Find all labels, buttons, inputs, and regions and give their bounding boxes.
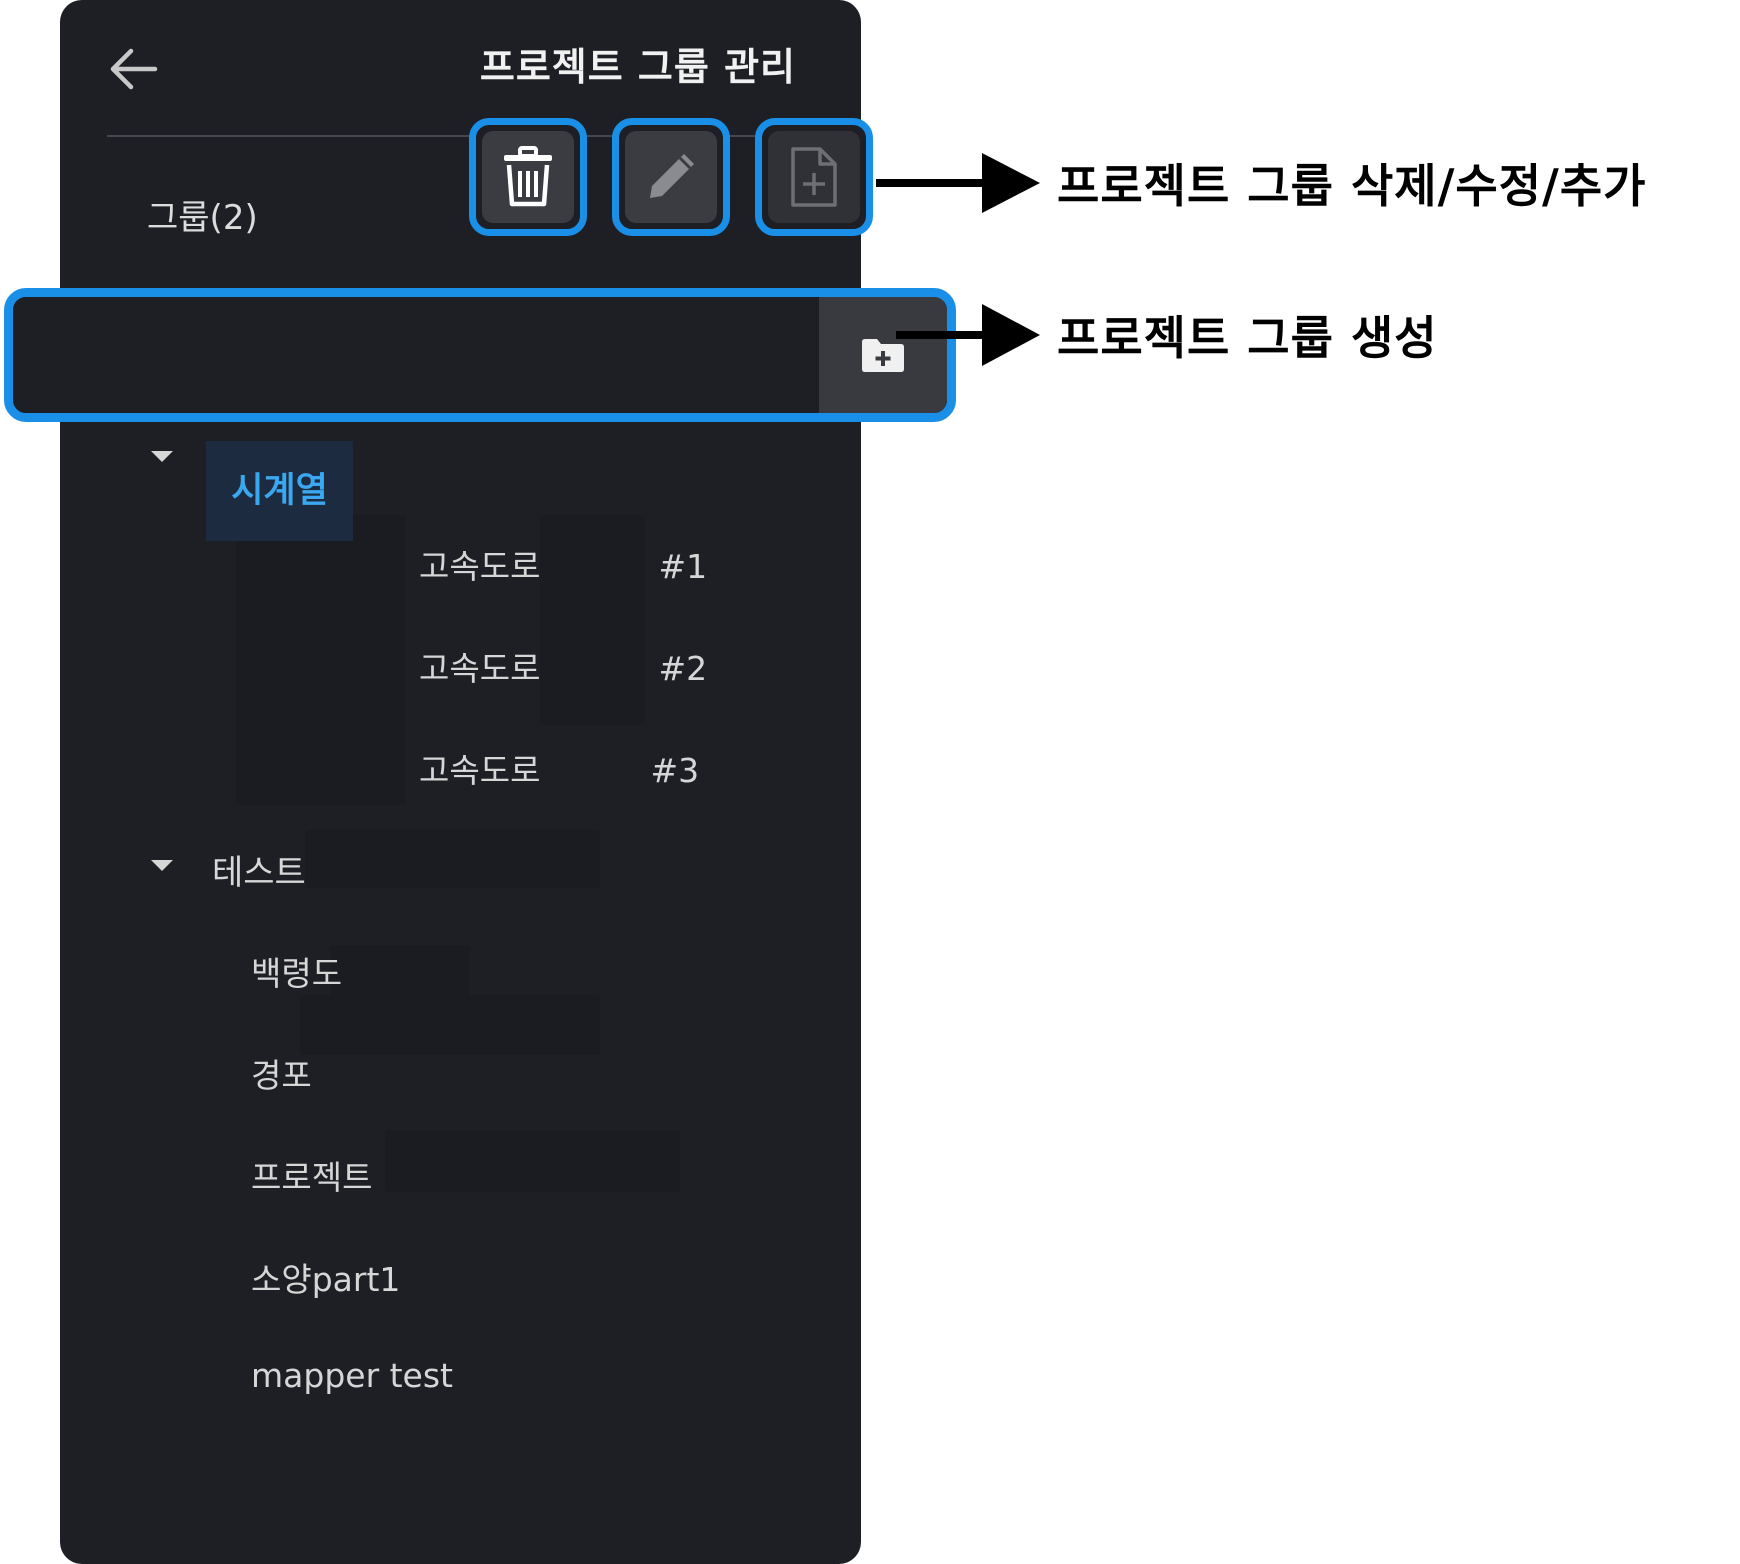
annotation-arrow bbox=[896, 304, 1040, 366]
group-name-input[interactable] bbox=[13, 297, 819, 413]
annotation-arrow bbox=[876, 153, 1040, 213]
add-button-face bbox=[768, 131, 860, 223]
group-count-label: 그룹(2) bbox=[147, 198, 258, 238]
annotation-actions-label: 프로젝트 그룹 삭제/수정/추가 bbox=[1057, 159, 1647, 213]
delete-button-face bbox=[482, 131, 574, 223]
tree-item[interactable]: 고속도로 #2 bbox=[419, 642, 707, 690]
edit-group-button[interactable] bbox=[612, 118, 730, 236]
edit-button-face bbox=[625, 131, 717, 223]
drag-ghost bbox=[300, 995, 600, 1055]
tree-item-name: 고속도로 bbox=[419, 649, 541, 688]
drag-ghost bbox=[305, 830, 600, 888]
tree-group-sigyeyeol[interactable]: 시계열 bbox=[206, 441, 353, 541]
tree-item[interactable]: 고속도로 #3 bbox=[419, 744, 699, 792]
create-group-box bbox=[4, 288, 956, 422]
tree-item-number: #3 bbox=[650, 751, 700, 790]
add-project-button[interactable] bbox=[755, 118, 873, 236]
file-plus-icon bbox=[791, 147, 837, 207]
delete-group-button[interactable] bbox=[469, 118, 587, 236]
tree-item[interactable]: 경포 bbox=[251, 1049, 312, 1097]
arrow-left-icon bbox=[110, 48, 158, 90]
tree-group-test[interactable]: 테스트 bbox=[212, 845, 306, 894]
page-title: 프로젝트 그룹 관리 bbox=[479, 45, 796, 89]
pencil-icon bbox=[650, 154, 694, 198]
tree-item[interactable]: mapper test bbox=[251, 1356, 453, 1395]
group-expand-toggle[interactable] bbox=[151, 451, 173, 462]
tree-item-name: 고속도로 bbox=[419, 751, 541, 790]
tree-item[interactable]: 소양part1 bbox=[251, 1253, 400, 1301]
tree-item[interactable]: 백령도 bbox=[251, 947, 342, 995]
tree-item-number: #1 bbox=[658, 547, 708, 586]
group-expand-toggle[interactable] bbox=[151, 860, 173, 871]
tree-item[interactable]: 고속도로 #1 bbox=[419, 540, 707, 588]
trash-icon bbox=[504, 146, 552, 207]
tree-item[interactable]: 프로젝트 bbox=[251, 1151, 372, 1199]
tree-item-name: 고속도로 bbox=[419, 547, 541, 586]
drag-ghost bbox=[330, 945, 470, 1000]
drag-ghost bbox=[236, 515, 406, 805]
annotation-create-label: 프로젝트 그룹 생성 bbox=[1057, 311, 1438, 365]
tree-item-number: #2 bbox=[658, 649, 708, 688]
drag-ghost bbox=[385, 1130, 680, 1192]
back-button[interactable] bbox=[105, 45, 161, 93]
